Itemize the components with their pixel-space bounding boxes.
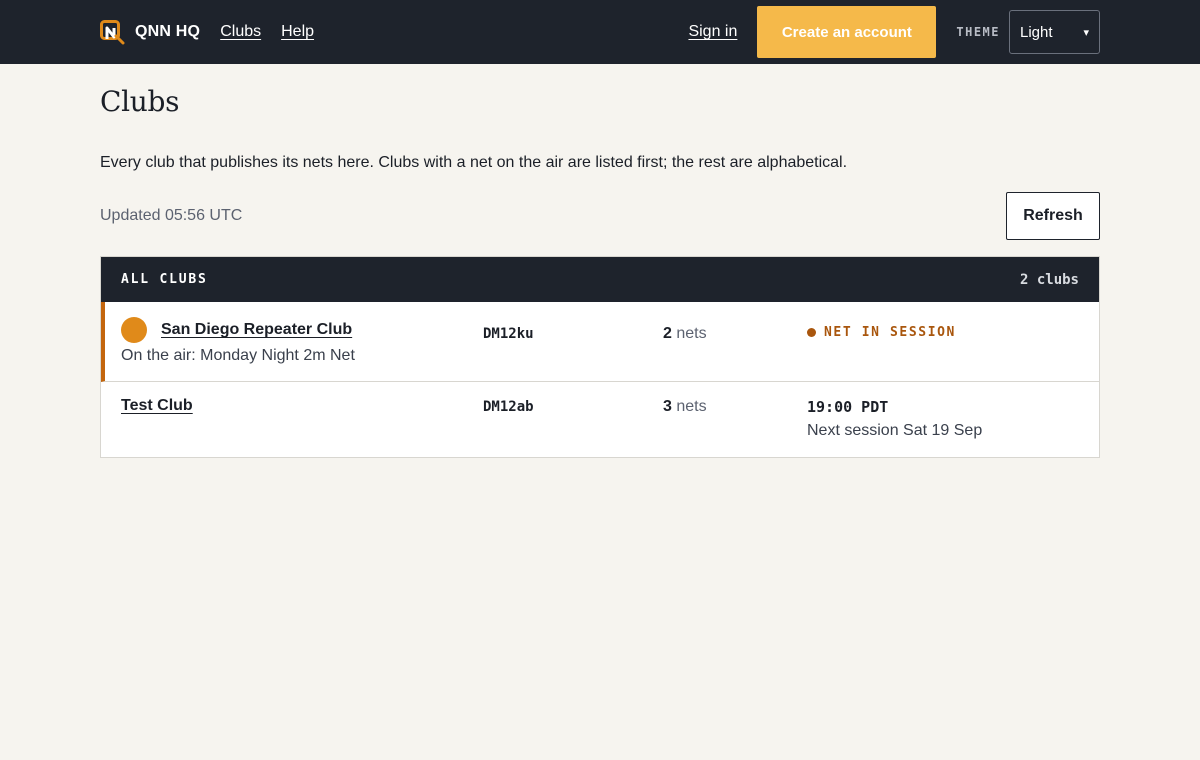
net-count-label: nets <box>676 325 707 342</box>
theme-select[interactable]: Light ▾ <box>1009 10 1100 54</box>
club-link[interactable]: San Diego Repeater Club <box>161 321 352 339</box>
club-name-cell: Test Club <box>105 382 483 457</box>
brand-link[interactable]: QNN HQ <box>100 19 201 45</box>
table-heading: ALL CLUBS <box>121 272 208 287</box>
grid-locator: DM12ku <box>483 326 534 342</box>
net-count-label: nets <box>676 398 707 415</box>
club-name-cell: San Diego Repeater Club On the air: Mond… <box>105 302 483 381</box>
page-title: Clubs <box>100 85 180 118</box>
status-cell: 19:00 PDT Next session Sat 19 Sep <box>807 398 1099 457</box>
club-link[interactable]: Test Club <box>121 397 193 415</box>
status-badge: NET IN SESSION <box>807 325 1099 340</box>
grid-locator: DM12ab <box>483 399 534 415</box>
on-air-text: On the air: Monday Night 2m Net <box>121 347 355 364</box>
status-dot-icon <box>807 328 816 337</box>
chevron-down-icon: ▾ <box>1083 26 1089 39</box>
table-row: San Diego Repeater Club On the air: Mond… <box>101 302 1099 382</box>
top-navigation-bar: QNN HQ Clubs Help Sign in Create an acco… <box>0 0 1200 64</box>
clubs-table-header: ALL CLUBS 2 clubs <box>101 257 1099 302</box>
clubs-table: ALL CLUBS 2 clubs San Diego Repeater Clu… <box>100 256 1100 458</box>
club-name-line: Test Club <box>121 397 483 415</box>
brand-name: QNN HQ <box>135 23 201 40</box>
net-count: 2 <box>663 325 672 342</box>
theme-label: THEME <box>956 25 1000 39</box>
sign-in-link[interactable]: Sign in <box>688 23 737 41</box>
net-count-cell: 2 nets <box>663 325 807 381</box>
main-content: Clubs Every club that publishes its nets… <box>0 84 1200 458</box>
status-cell: NET IN SESSION <box>807 325 1099 381</box>
grid-locator-cell: DM12ku <box>483 325 663 381</box>
table-row: Test Club DM12ab 3 nets 19:00 PDT Next s… <box>101 382 1099 457</box>
net-count: 3 <box>663 398 672 415</box>
refresh-button[interactable]: Refresh <box>1006 192 1100 240</box>
qnn-logo-icon <box>100 19 125 44</box>
next-session-date: Next session Sat 19 Sep <box>807 422 983 439</box>
net-count-text: 2 nets <box>663 325 707 342</box>
theme-select-value: Light <box>1020 23 1053 41</box>
live-indicator-icon <box>121 317 147 343</box>
next-session-time: 19:00 PDT <box>807 398 889 416</box>
create-account-button[interactable]: Create an account <box>757 6 937 58</box>
club-name-line: San Diego Repeater Club <box>121 317 483 343</box>
status-text: NET IN SESSION <box>824 325 956 340</box>
net-count-text: 3 nets <box>663 398 707 415</box>
page-intro: Every club that publishes its nets here.… <box>100 154 848 171</box>
nav-help-link[interactable]: Help <box>281 23 314 41</box>
updated-timestamp: Updated 05:56 UTC <box>100 207 243 224</box>
status-row: Updated 05:56 UTC Refresh <box>100 192 1100 240</box>
net-count-cell: 3 nets <box>663 398 807 457</box>
club-count: 2 clubs <box>1019 271 1079 288</box>
grid-locator-cell: DM12ab <box>483 398 663 457</box>
nav-clubs-link[interactable]: Clubs <box>220 23 261 41</box>
